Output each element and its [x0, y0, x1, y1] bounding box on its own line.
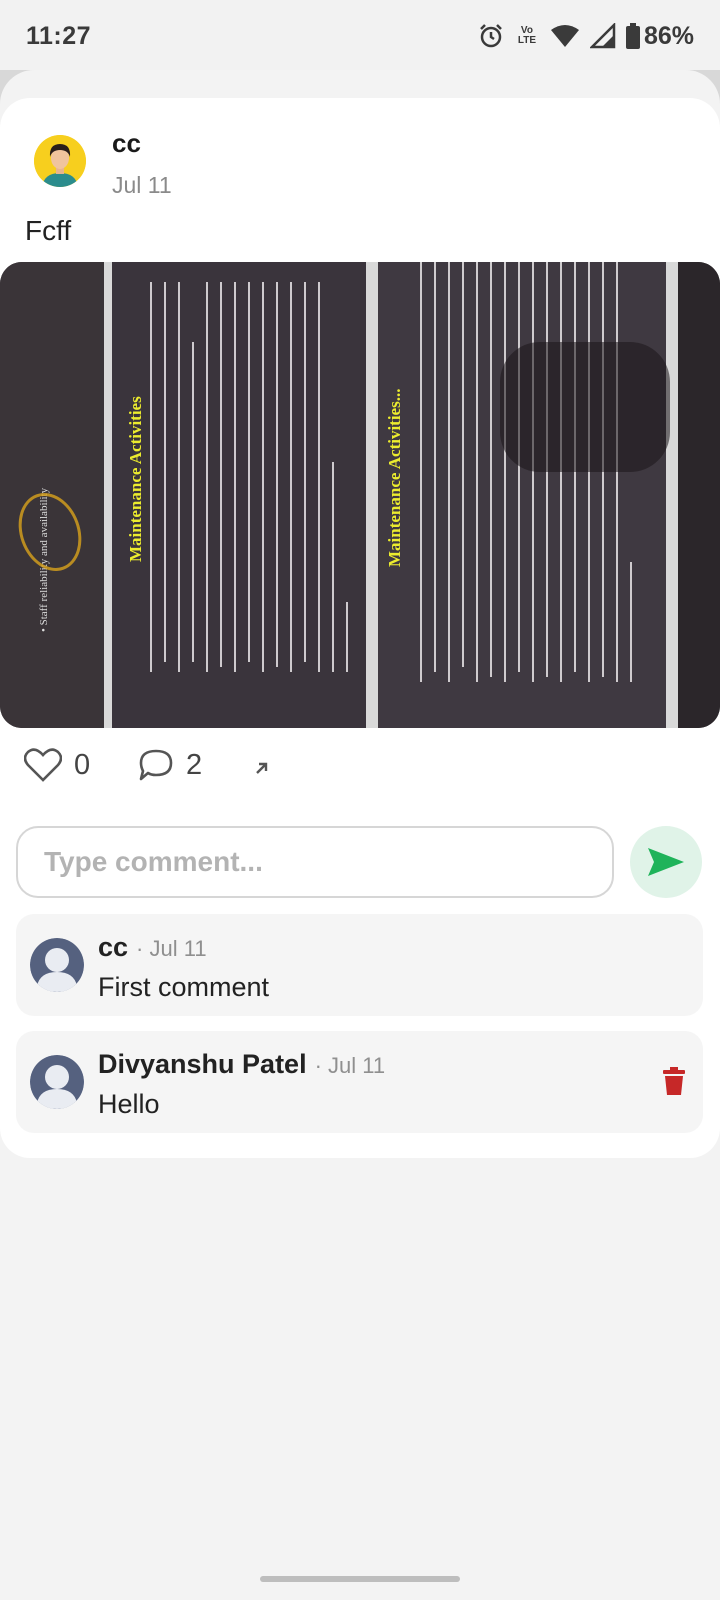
comment-text: First comment	[98, 972, 270, 1002]
like-count: 0	[74, 748, 91, 781]
comment-count: 2	[186, 748, 203, 781]
default-avatar-icon	[30, 938, 84, 992]
user-avatar-icon	[34, 135, 86, 187]
wifi-icon	[550, 24, 580, 48]
send-button[interactable]	[630, 826, 702, 898]
status-time: 11:27	[26, 21, 92, 50]
post-author[interactable]: cc	[112, 128, 141, 159]
comment-date: · Jul 11	[314, 1053, 386, 1078]
battery-icon: 86%	[625, 21, 694, 51]
alarm-icon	[478, 23, 504, 49]
arrow-up-right-icon	[256, 762, 268, 774]
post-image[interactable]: • Staff reliability and availability Mai…	[0, 262, 720, 728]
signal-icon	[589, 23, 616, 49]
share-button[interactable]	[254, 760, 270, 781]
battery-percentage: 86%	[643, 21, 694, 50]
comment-input[interactable]	[16, 826, 614, 898]
comment-item: Divyanshu Patel · Jul 11 Hello	[16, 1031, 703, 1133]
home-indicator[interactable]	[260, 1576, 460, 1582]
send-icon	[648, 848, 684, 876]
status-icons: Vo LTE 86%	[478, 22, 694, 51]
post-date: Jul 11	[112, 172, 172, 198]
comment-bubble-icon	[139, 749, 173, 781]
default-avatar-icon	[30, 1055, 84, 1109]
slide-right-heading: Maintenance Activities...	[385, 388, 404, 567]
avatar[interactable]	[30, 1055, 84, 1109]
comment-date: · Jul 11	[136, 936, 207, 961]
trash-icon	[663, 1067, 685, 1095]
status-bar: 11:27 Vo LTE 86%	[0, 0, 720, 72]
comment-text: Hello	[98, 1089, 160, 1119]
comment-author[interactable]: Divyanshu Patel	[98, 1049, 307, 1079]
avatar[interactable]	[30, 938, 84, 992]
image-slide-right	[378, 262, 678, 728]
volte-icon: Vo LTE	[517, 25, 537, 46]
heart-icon	[24, 748, 62, 782]
slide-left-heading: Maintenance Activities	[126, 396, 145, 562]
delete-comment-button[interactable]	[663, 1067, 685, 1100]
comment-item: cc · Jul 11 First comment	[16, 914, 703, 1016]
comment-author[interactable]: cc	[98, 932, 128, 962]
post-text: Fcff	[25, 215, 72, 246]
avatar[interactable]	[34, 135, 86, 187]
comment-count-button[interactable]: 2	[138, 748, 202, 782]
like-button[interactable]: 0	[24, 748, 90, 782]
